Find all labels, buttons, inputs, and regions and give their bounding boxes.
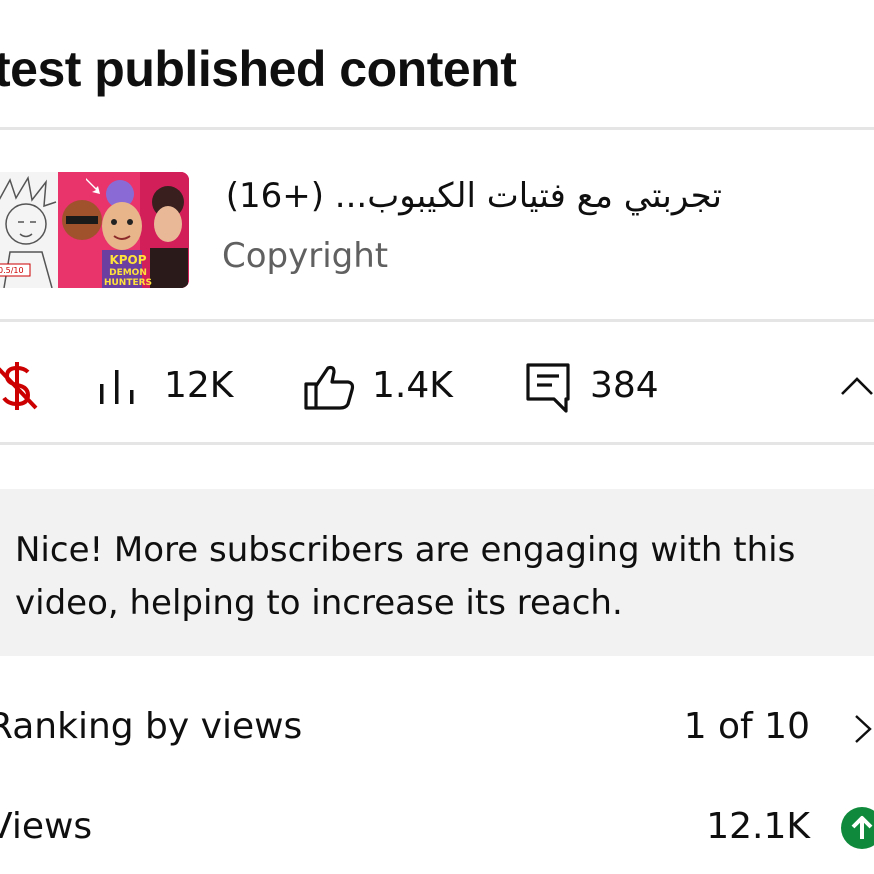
comments-count: 384 — [590, 365, 659, 406]
arrow-up-circle-icon — [840, 806, 874, 854]
chevron-right-icon[interactable] — [852, 714, 874, 748]
chevron-up-icon[interactable] — [840, 374, 874, 402]
video-thumbnail[interactable]: 0.5/10 KPOP DEMON HUNTERS — [0, 172, 189, 288]
svg-text:DEMON: DEMON — [109, 268, 147, 278]
comment-icon — [524, 361, 572, 417]
svg-text:HUNTERS: HUNTERS — [104, 278, 152, 288]
thumbnail-logo: KPOP — [109, 253, 146, 267]
content-analytics-card: test published content 0.5/10 KPOP DEMON… — [0, 0, 874, 874]
divider — [0, 319, 874, 322]
thumbnail-rating: 0.5/10 — [0, 266, 24, 275]
views-value: 12.1K — [706, 806, 810, 847]
ranking-label: Ranking by views — [0, 706, 303, 747]
ranking-value: 1 of 10 — [683, 706, 810, 747]
dollar-off-icon — [0, 362, 40, 416]
video-copyright-status: Copyright — [222, 236, 389, 276]
bar-chart-icon — [98, 366, 140, 412]
thumb-up-icon — [302, 362, 356, 416]
divider — [0, 127, 874, 130]
engagement-notice-text: Nice! More subscribers are engaging with… — [15, 530, 796, 623]
views-count: 12K — [164, 365, 234, 406]
likes-count: 1.4K — [372, 365, 453, 406]
views-label: Views — [0, 806, 93, 847]
section-title: test published content — [0, 41, 517, 97]
divider — [0, 442, 874, 445]
video-title[interactable]: تجربتي مع فتيات الكيبوب... (+16) — [222, 176, 722, 216]
